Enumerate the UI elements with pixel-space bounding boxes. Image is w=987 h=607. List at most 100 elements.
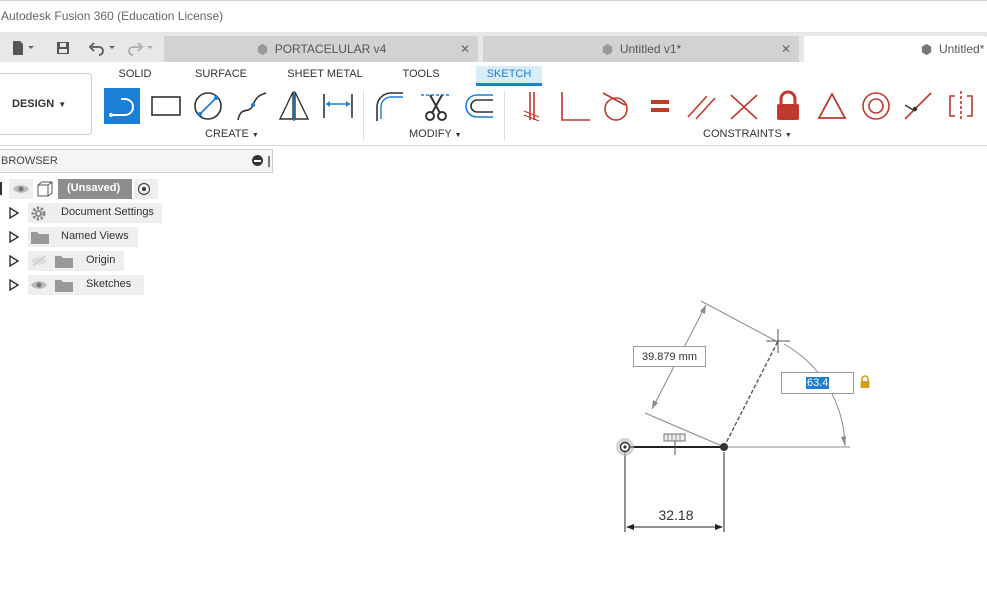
undo-button[interactable] [88, 38, 118, 58]
browser-item-sketches[interactable]: Sketches [0, 275, 144, 295]
eye-icon[interactable] [30, 279, 48, 291]
tangent-constraint-button[interactable] [598, 88, 634, 124]
perpendicular-constraint-button[interactable] [556, 88, 592, 124]
redo-icon [128, 42, 153, 56]
title-bar: Autodesk Fusion 360 (Education License) [0, 0, 987, 33]
scissors-icon [421, 94, 451, 121]
root-label: (Unsaved) [67, 182, 121, 194]
offset-icon [465, 94, 493, 118]
tab-label: Untitled v1* [619, 42, 682, 56]
horizontal-constraint-icon[interactable] [663, 433, 686, 455]
modify-menu[interactable]: MODIFY ▼ [409, 128, 462, 140]
dimension-arrow [715, 524, 723, 530]
dimension-arrow [841, 436, 846, 446]
mirror-tool-button[interactable] [276, 88, 312, 124]
item-label: Named Views [61, 230, 129, 242]
tab-tools[interactable]: TOOLS [396, 66, 446, 86]
midpoint-constraint-button[interactable] [726, 88, 762, 124]
coincident-constraint-button[interactable] [514, 88, 550, 124]
aligned-dimension-label[interactable]: 39.879 mm [633, 346, 706, 367]
expand-triangle-icon[interactable] [9, 207, 19, 219]
active-radio-icon[interactable] [138, 183, 150, 195]
component-icon [37, 181, 53, 197]
triangle-icon [817, 92, 847, 119]
parallel-icon [687, 95, 716, 120]
spline-tool-button[interactable] [234, 88, 270, 124]
symmetry-constraint-button[interactable] [943, 88, 979, 124]
angle-dimension-arc [783, 343, 846, 447]
file-icon [13, 41, 34, 55]
component-icon [921, 43, 932, 55]
save-button[interactable] [55, 38, 71, 58]
trim-tool-button[interactable] [418, 88, 454, 124]
circle-tool-button[interactable] [190, 88, 226, 124]
offset-tool-button[interactable] [460, 88, 496, 124]
lock-icon [777, 90, 799, 120]
concentric-constraint-button[interactable] [858, 88, 894, 124]
create-label: CREATE [205, 128, 249, 140]
redo-button[interactable] [126, 38, 156, 58]
fillet-tool-button[interactable] [372, 88, 408, 124]
tab-portacelular[interactable]: PORTACELULAR v4 ✕ [164, 36, 478, 62]
symmetry-icon [949, 91, 973, 121]
close-icon[interactable]: ✕ [781, 42, 791, 56]
equal-constraint-button[interactable] [642, 88, 678, 124]
chevron-down-icon: ▼ [58, 99, 67, 109]
component-icon [257, 43, 267, 55]
folder-icon [55, 256, 73, 268]
collapse-icon[interactable] [252, 155, 263, 166]
browser-root-item[interactable]: (Unsaved) [0, 179, 158, 199]
browser-item-named-views[interactable]: Named Views [0, 227, 138, 247]
expand-triangle-icon[interactable] [9, 231, 19, 243]
tab-surface[interactable]: SURFACE [190, 66, 252, 86]
eye-icon[interactable] [12, 183, 30, 195]
close-icon[interactable]: ✕ [460, 42, 470, 56]
equal-icon [651, 100, 669, 112]
workspace-label: DESIGN [12, 98, 55, 110]
aligned-dimension-extension-bottom [644, 412, 723, 447]
symmetry-triangle-constraint-button[interactable] [814, 88, 850, 124]
browser-panel-header: BROWSER [0, 149, 273, 173]
workspace-switcher[interactable]: DESIGN ▼ [0, 73, 92, 135]
tab-solid[interactable]: SOLID [112, 66, 158, 86]
browser-item-origin[interactable]: Origin [0, 251, 124, 271]
create-menu[interactable]: CREATE ▼ [205, 128, 259, 140]
constraints-menu[interactable]: CONSTRAINTS ▼ [703, 128, 792, 140]
file-menu-button[interactable] [10, 38, 36, 58]
dimension-tool-button[interactable] [320, 88, 356, 124]
expand-triangle-icon[interactable] [9, 279, 19, 291]
collinear-constraint-button[interactable] [900, 88, 936, 124]
tab-label: PORTACELULAR v4 [274, 42, 387, 56]
horizontal-dimension-label[interactable]: 32.18 [648, 507, 704, 527]
gear-icon [31, 206, 46, 221]
lock-icon[interactable] [858, 375, 872, 389]
rectangle-tool-button[interactable] [148, 88, 184, 124]
modify-label: MODIFY [409, 128, 452, 140]
item-label: Origin [86, 254, 116, 266]
divider [363, 90, 364, 140]
sketch-point[interactable] [720, 443, 728, 451]
tab-sheet-metal[interactable]: SHEET METAL [284, 66, 366, 86]
origin-point[interactable] [619, 441, 631, 453]
parallel-constraint-button[interactable] [684, 88, 720, 124]
expand-triangle-icon[interactable] [9, 255, 19, 267]
collinear-icon [904, 92, 932, 120]
panel-grip-icon[interactable] [268, 156, 270, 167]
fusion-360-window: Autodesk Fusion 360 (Education License) [0, 0, 987, 607]
dimension-arrow [700, 305, 706, 314]
tab-untitled[interactable]: Untitled* [804, 36, 987, 62]
constraints-label: CONSTRAINTS [703, 128, 782, 140]
line-tool-button[interactable] [104, 88, 140, 124]
sketch-line-angled[interactable] [723, 340, 779, 448]
collapse-tick-icon[interactable] [0, 182, 2, 195]
rectangle-icon [151, 96, 181, 116]
fix-constraint-button[interactable] [770, 88, 806, 124]
eye-hidden-icon[interactable] [30, 255, 48, 267]
browser-item-document-settings[interactable]: Document Settings [0, 203, 162, 223]
tab-label: Untitled* [939, 42, 985, 56]
item-label: Document Settings [61, 206, 154, 218]
tab-sketch[interactable]: SKETCH [476, 66, 542, 86]
tab-untitled-v1[interactable]: Untitled v1* ✕ [483, 36, 799, 62]
angle-input[interactable]: 63.4 [781, 372, 854, 394]
item-label: Sketches [86, 278, 132, 290]
